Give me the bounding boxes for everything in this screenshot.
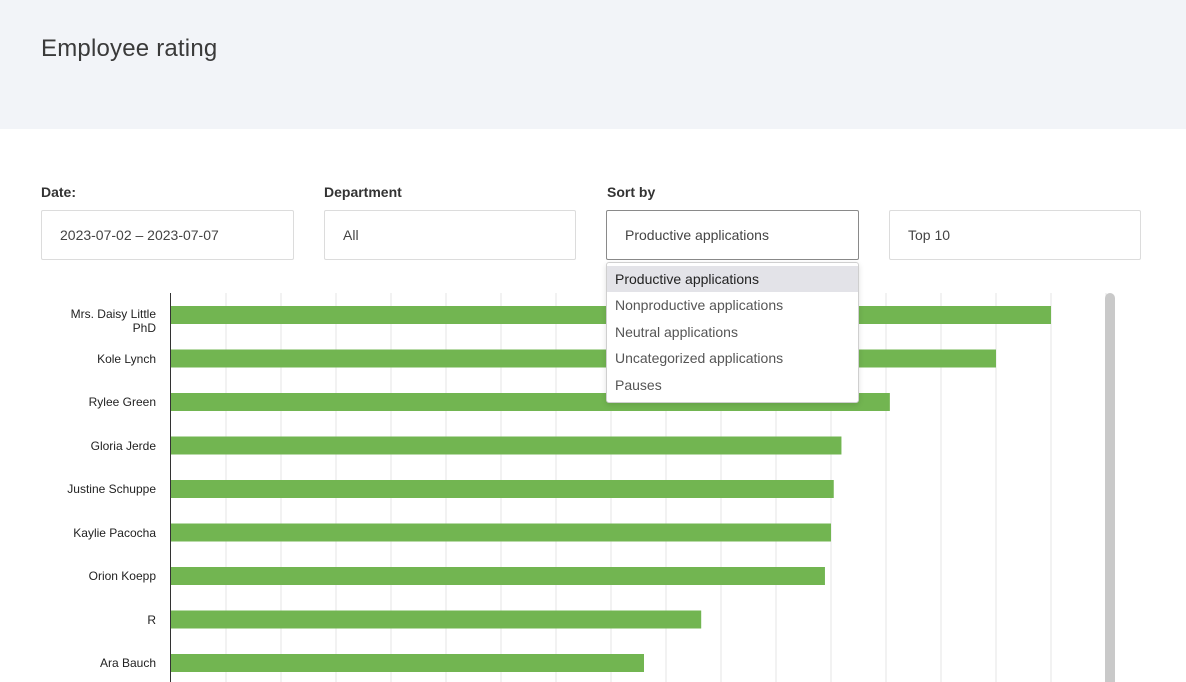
department-select[interactable]: All <box>324 210 576 260</box>
top-limit-select[interactable]: Top 10 <box>889 210 1141 260</box>
bar-chart-svg <box>170 293 1107 682</box>
department-filter-label: Department <box>324 184 402 200</box>
sort-filter-label: Sort by <box>607 184 656 200</box>
employee-rating-chart: Mrs. Daisy Little PhD Kole Lynch Rylee Gree… <box>0 290 1186 682</box>
bar-1[interactable] <box>171 349 996 368</box>
sort-option-pauses[interactable]: Pauses <box>607 372 858 398</box>
sort-dropdown-menu: Productive applications Nonproductive ap… <box>606 262 859 403</box>
sort-option-nonproductive[interactable]: Nonproductive applications <box>607 292 858 318</box>
bar-3[interactable] <box>171 436 842 455</box>
employee-label: Kaylie Pacocha <box>16 526 156 540</box>
employee-label-line: Mrs. Daisy Little <box>70 307 156 321</box>
employee-label: Kole Lynch <box>16 352 156 366</box>
employee-label-line: Gloria Jerde <box>90 438 156 453</box>
employee-label: Mrs. Daisy Little PhD <box>16 307 156 335</box>
employee-label-line: Kole Lynch <box>97 351 156 366</box>
employee-label: Orion Koepp <box>16 569 156 583</box>
employee-label: Gloria Jerde <box>16 439 156 453</box>
sort-option-neutral[interactable]: Neutral applications <box>607 319 858 345</box>
sort-select[interactable]: Productive applications <box>606 210 859 260</box>
employee-label-line: Kaylie Pacocha <box>73 525 156 540</box>
page-header: Employee rating <box>0 0 1186 129</box>
employee-label: R <box>16 613 156 627</box>
date-range-picker[interactable]: 2023-07-02 – 2023-07-07 <box>41 210 294 260</box>
sort-option-productive[interactable]: Productive applications <box>607 266 858 293</box>
bar-6[interactable] <box>171 567 825 585</box>
sort-option-uncategorized[interactable]: Uncategorized applications <box>607 345 858 371</box>
bar-4[interactable] <box>171 480 834 498</box>
bar-5[interactable] <box>171 523 831 542</box>
employee-label-line: Rylee Green <box>88 395 156 409</box>
employee-label-line: R <box>147 612 156 627</box>
employee-label: Justine Schuppe <box>16 482 156 496</box>
chart-scrollbar[interactable] <box>1105 293 1115 682</box>
employee-label-line: PhD <box>132 321 156 335</box>
employee-label-line: Ara Bauch <box>99 656 156 670</box>
date-filter-label: Date: <box>41 184 77 200</box>
employee-label-line: Justine Schuppe <box>67 482 156 496</box>
bar-7[interactable] <box>171 610 702 629</box>
bar-8[interactable] <box>171 654 644 672</box>
page-title: Employee rating <box>41 35 218 62</box>
employee-label-line: Orion Koepp <box>88 569 156 583</box>
employee-label: Rylee Green <box>16 395 156 409</box>
employee-label: Ara Bauch <box>16 656 156 670</box>
